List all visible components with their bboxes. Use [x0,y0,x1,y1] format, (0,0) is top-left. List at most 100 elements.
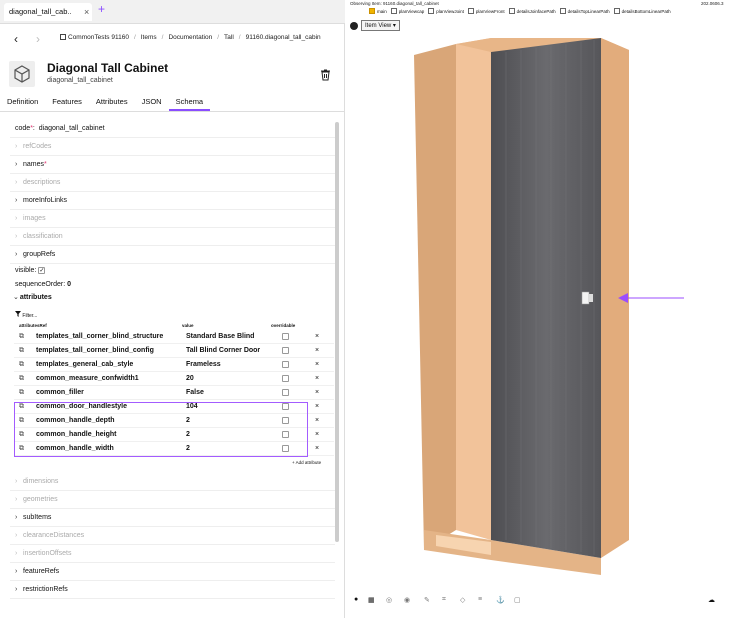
tree-row-subitems[interactable]: › subItems [10,509,335,527]
table-row[interactable]: ⧉ common_filler False × [14,386,334,400]
checkbox[interactable] [369,8,375,14]
add-attribute-button[interactable]: + Add attribute [292,460,321,465]
external-link-icon[interactable]: ⧉ [19,389,24,397]
delete-icon[interactable]: × [315,333,319,340]
compass-icon[interactable]: ◎ [386,596,392,604]
delete-icon[interactable]: × [315,347,319,354]
code-row: code*: diagonal_tall_cabinet [10,120,335,138]
tree-row-classification[interactable]: › classification [10,228,335,246]
tree-row-refcodes[interactable]: › refCodes [10,138,335,156]
delete-icon[interactable]: × [315,417,319,424]
breadcrumb-item-project[interactable]: CommonTests 91160 [60,34,129,41]
overridable-checkbox[interactable] [282,361,289,368]
tab-close-icon[interactable]: × [84,3,89,21]
external-link-icon[interactable]: ⧉ [19,347,24,355]
diamond-icon[interactable]: ◇ [460,596,465,604]
attribute-value[interactable]: Frameless [186,361,221,368]
tab-features[interactable]: Features [45,94,89,111]
external-link-icon[interactable]: ⧉ [19,361,24,369]
tree-row-grouprefs[interactable]: › groupRefs [10,246,335,264]
attribute-name[interactable]: common_filler [36,389,84,396]
tree-row-clearancedistances[interactable]: › clearanceDistances [10,527,335,545]
filter-input[interactable]: Filter... [15,311,37,319]
cabinet-3d-view[interactable] [346,30,732,590]
tree-row-insertionoffsets[interactable]: › insertionOffsets [10,545,335,563]
new-tab-button[interactable]: + [98,2,105,16]
attribute-name[interactable]: common_measure_confwidth1 [36,375,139,382]
attribute-value[interactable]: Standard Base Blind [186,333,254,340]
scrollbar[interactable] [335,122,339,542]
external-link-icon[interactable]: ⧉ [19,375,24,383]
breadcrumb-item-tall[interactable]: Tall [224,34,234,41]
table-row[interactable]: ⧉ templates_tall_corner_blind_structure St… [14,330,334,344]
delete-icon[interactable]: × [315,375,319,382]
overridable-checkbox[interactable] [282,389,289,396]
external-link-icon[interactable]: ⧉ [19,333,24,341]
forward-button[interactable]: › [36,32,40,46]
attribute-value[interactable]: False [186,389,204,396]
tab-schema[interactable]: Schema [168,94,211,111]
visible-checkbox[interactable]: ✓ [38,266,46,274]
layer-checkbox-detailsTopLinearPath[interactable]: detailsTopLinearPath [559,8,610,14]
breadcrumb-item-items[interactable]: Items [141,34,157,41]
checkbox[interactable] [428,8,435,14]
trash-icon[interactable] [320,68,331,86]
table-row[interactable]: ⧉ templates_general_cab_style Frameless × [14,358,334,372]
pen-icon[interactable]: ✎ [424,596,430,604]
overridable-checkbox[interactable] [282,333,289,340]
layer-checkbox-planViewcap[interactable]: planViewcap [390,8,424,14]
schema-tree: code*: diagonal_tall_cabinet › refCodes ›… [10,120,335,292]
tree-row-featurerefs[interactable]: › featureRefs [10,563,335,581]
delete-icon[interactable]: × [315,361,319,368]
attribute-name[interactable]: templates_tall_corner_blind_config [36,347,154,354]
layer-checkbox-planViewFront[interactable]: planViewFront [467,8,505,14]
layer-checkbox-planViewJoint[interactable]: planViewJoint [428,8,464,14]
tree-row-descriptions[interactable]: › descriptions [10,174,335,192]
attribute-name[interactable]: templates_tall_corner_blind_structure [36,333,163,340]
attribute-name[interactable]: templates_general_cab_style [36,361,133,368]
table-row[interactable]: ⧉ templates_tall_corner_blind_config Tall … [14,344,334,358]
tree-row-names[interactable]: › names* [10,156,335,174]
checkbox[interactable] [467,8,474,14]
checkbox[interactable] [390,8,397,14]
tree-row-restrictionrefs[interactable]: › restrictionRefs [10,581,335,599]
delete-icon[interactable]: × [315,389,319,396]
breadcrumb-item-documentation[interactable]: Documentation [168,34,212,41]
sequence-value[interactable]: 0 [67,281,71,288]
layer-checkbox-main[interactable]: main [369,8,387,14]
layers-icon[interactable]: ≡ [478,596,482,603]
crop-icon[interactable]: ⌗ [442,596,446,604]
item-header: Diagonal Tall Cabinet diagonal_tall_cabi… [0,58,345,92]
checkbox[interactable] [559,8,566,14]
tab-attributes[interactable]: Attributes [89,94,135,111]
tree-row-images[interactable]: › images [10,210,335,228]
overridable-checkbox[interactable] [282,347,289,354]
eye-icon[interactable]: ◉ [404,596,410,604]
tree-row-dimensions[interactable]: › dimensions [10,473,335,491]
delete-icon[interactable]: × [315,403,319,410]
table-row[interactable]: ⧉ common_measure_confwidth1 20 × [14,372,334,386]
tab-json[interactable]: JSON [135,94,169,111]
tree-row-geometries[interactable]: › geometries [10,491,335,509]
tree-row-moreinfolinks[interactable]: › moreInfoLinks [10,192,335,210]
back-button[interactable]: ‹ [14,32,18,46]
code-value[interactable]: diagonal_tall_cabinet [39,125,105,132]
layer-checkbox-detailsBottomLinearPath[interactable]: detailsBottomLinearPath [613,8,671,14]
checkbox[interactable] [508,8,515,14]
layer-checkbox-detailsJoinfacePath[interactable]: detailsJoinfacePath [508,8,556,14]
delete-icon[interactable]: × [315,431,319,438]
overridable-checkbox[interactable] [282,375,289,382]
anchor-icon[interactable]: ⚓ [496,596,505,604]
frame-icon[interactable]: ▢ [514,596,521,604]
cabinet-interior [456,38,491,540]
delete-icon[interactable]: × [315,445,319,452]
checkbox[interactable] [613,8,620,14]
browser-tab[interactable]: diagonal_tall_cab.. × [4,3,92,21]
attribute-value[interactable]: Tall Blind Corner Door [186,347,260,354]
grid-icon[interactable]: ▦ [368,596,375,604]
attribute-value[interactable]: 20 [186,375,194,382]
palette-icon[interactable]: ● [354,596,358,603]
cloud-icon[interactable]: ☁ [708,596,715,604]
tab-definition[interactable]: Definition [0,94,45,111]
attributes-row[interactable]: ⌄ attributes [10,293,335,301]
